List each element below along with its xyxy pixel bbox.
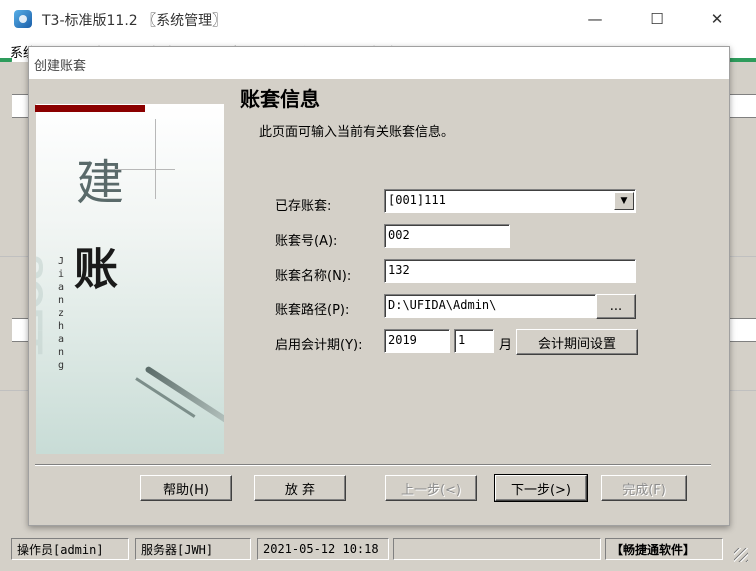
wizard-illustration: SOFT 建 账 Jianzhang <box>36 104 224 454</box>
account-code-input[interactable]: 002 <box>384 224 510 248</box>
browse-button[interactable]: ... <box>596 294 636 319</box>
status-brand: 【畅捷通软件】 <box>605 538 723 560</box>
month-unit-label: 月 <box>499 338 513 353</box>
chevron-down-icon[interactable]: ▼ <box>614 192 634 210</box>
start-month-input[interactable]: 1 <box>454 329 494 353</box>
illustration-char-jian: 建 <box>76 155 125 211</box>
button-separator-highlight <box>35 465 711 466</box>
dialog-title-bar: 创建账套 <box>29 47 729 79</box>
illustration-watermark-text: SOFT <box>36 254 50 353</box>
finish-button[interactable]: 完成(F) <box>601 475 687 501</box>
account-name-input[interactable]: 132 <box>384 259 636 283</box>
app-logo-icon <box>14 10 32 28</box>
resize-grip-icon[interactable] <box>734 548 748 562</box>
period-settings-button[interactable]: 会计期间设置 <box>516 329 638 355</box>
status-operator: 操作员[admin] <box>11 538 129 560</box>
status-datetime: 2021-05-12 10:18 <box>257 538 389 560</box>
illustration-vertical-line <box>155 119 156 199</box>
existing-account-select[interactable]: [001]111 <box>384 189 636 213</box>
maximize-button[interactable]: ☐ <box>634 0 680 38</box>
title-bar: T3-标准版11.2 〖系统管理〗 — ☐ ✕ <box>0 0 756 38</box>
start-year-input[interactable]: 2019 <box>384 329 450 353</box>
existing-account-value: [001]111 <box>388 193 446 207</box>
next-step-button[interactable]: 下一步(>) <box>494 474 588 502</box>
abandon-button[interactable]: 放 弃 <box>254 475 346 501</box>
account-name-label: 账套名称(N): <box>275 269 352 284</box>
page-description: 此页面可输入当前有关账套信息。 <box>259 125 455 140</box>
pen-icon <box>144 365 224 436</box>
window-title: T3-标准版11.2 〖系统管理〗 <box>42 13 227 29</box>
account-path-input[interactable]: D:\UFIDA\Admin\ <box>384 294 596 318</box>
close-button[interactable]: ✕ <box>694 0 740 38</box>
illustration-pinyin: Jianzhang <box>58 256 65 371</box>
help-button[interactable]: 帮助(H) <box>140 475 232 501</box>
status-server: 服务器[JWH] <box>135 538 251 560</box>
account-path-label: 账套路径(P): <box>275 303 350 318</box>
illustration-red-bar <box>35 105 145 112</box>
create-account-dialog: 创建账套 SOFT 建 账 Jianzhang 账套信息 此页面可输入当前有关账… <box>28 46 730 526</box>
account-code-label: 账套号(A): <box>275 234 338 249</box>
illustration-horizontal-line <box>115 169 175 170</box>
dialog-title: 创建账套 <box>34 59 87 74</box>
page-title: 账套信息 <box>240 87 320 111</box>
start-period-label: 启用会计期(Y): <box>275 338 363 353</box>
status-empty <box>393 538 601 560</box>
illustration-char-zhang: 账 <box>74 244 118 295</box>
minimize-button[interactable]: — <box>572 0 618 38</box>
prev-step-button[interactable]: 上一步(<) <box>385 475 477 501</box>
existing-account-label: 已存账套: <box>275 199 332 214</box>
